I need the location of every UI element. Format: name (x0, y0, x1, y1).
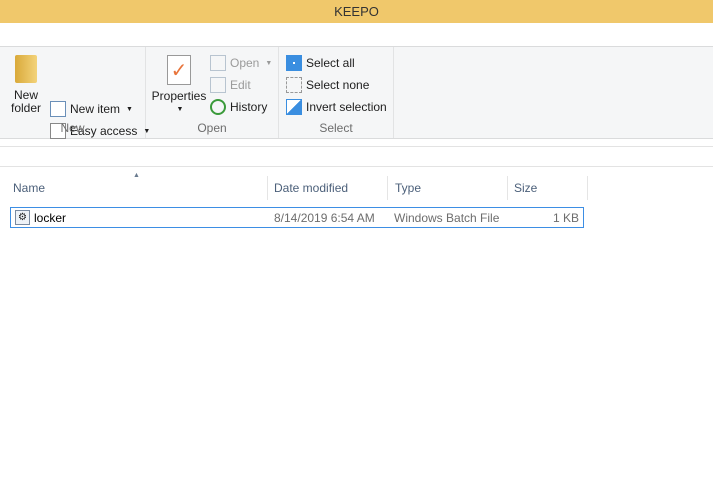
invert-selection-label: Invert selection (306, 100, 387, 114)
group-select: Select all Select none Invert selection … (279, 47, 394, 138)
new-folder-label-2: folder (10, 101, 42, 115)
chevron-down-icon: ▼ (126, 105, 133, 113)
file-size: 1 KB (552, 211, 579, 225)
column-separator[interactable] (507, 176, 508, 200)
file-row[interactable]: ⚙ locker 8/14/2019 6:54 AM Windows Batch… (10, 207, 584, 228)
group-open: ✓ Properties ▼ Open ▼ Edit History Open (146, 47, 279, 138)
file-name: locker (34, 211, 67, 225)
group-label-open: Open (197, 121, 227, 135)
column-separator[interactable] (587, 176, 588, 200)
history-icon (210, 99, 226, 115)
title-bar: KEEPO (0, 0, 713, 23)
group-new: New folder New item ▼ Easy access ▼ New (0, 47, 150, 139)
new-item-label: New item (70, 102, 121, 116)
edit-label: Edit (230, 78, 251, 92)
select-all-label: Select all (306, 56, 355, 70)
window-title: KEEPO (334, 4, 379, 19)
select-all-icon (286, 55, 302, 71)
chevron-down-icon: ▼ (265, 59, 273, 67)
sort-ascending-icon: ▲ (133, 172, 140, 179)
select-none-button[interactable]: Select none (286, 75, 369, 95)
file-type: Windows Batch File (394, 211, 500, 225)
column-header-size[interactable]: Size (514, 181, 537, 195)
column-separator[interactable] (387, 176, 388, 200)
group-label-select: Select (319, 121, 353, 135)
edit-button[interactable]: Edit (210, 75, 251, 95)
properties-icon: ✓ (167, 55, 191, 85)
edit-icon (210, 77, 226, 93)
column-header-name[interactable]: Name (13, 181, 45, 195)
folder-icon (15, 55, 37, 83)
open-icon (210, 55, 226, 71)
open-label: Open (230, 56, 260, 70)
invert-selection-icon (286, 99, 302, 115)
history-button[interactable]: History (210, 97, 267, 117)
open-button[interactable]: Open ▼ (210, 53, 272, 73)
column-separator[interactable] (267, 176, 268, 200)
select-none-icon (286, 77, 302, 93)
address-bar-divider (0, 146, 713, 147)
properties-button[interactable]: ✓ Properties ▼ (150, 55, 208, 116)
new-item-icon (50, 101, 66, 117)
invert-selection-button[interactable]: Invert selection (286, 97, 387, 117)
column-header-date[interactable]: Date modified (274, 181, 348, 195)
select-none-label: Select none (306, 78, 370, 92)
file-date: 8/14/2019 6:54 AM (274, 211, 375, 225)
column-header-type[interactable]: Type (395, 181, 421, 195)
batch-file-icon: ⚙ (15, 210, 30, 225)
group-label-new: New (60, 121, 85, 135)
new-folder-button[interactable]: New folder (8, 55, 44, 115)
history-label: History (230, 100, 268, 114)
new-item-button[interactable]: New item ▼ (50, 99, 133, 119)
header-divider (0, 166, 713, 167)
select-all-button[interactable]: Select all (286, 53, 355, 73)
chevron-down-icon: ▼ (176, 106, 184, 113)
properties-label: Properties (151, 89, 207, 103)
ribbon: New folder New item ▼ Easy access ▼ New ✓ … (0, 46, 713, 139)
